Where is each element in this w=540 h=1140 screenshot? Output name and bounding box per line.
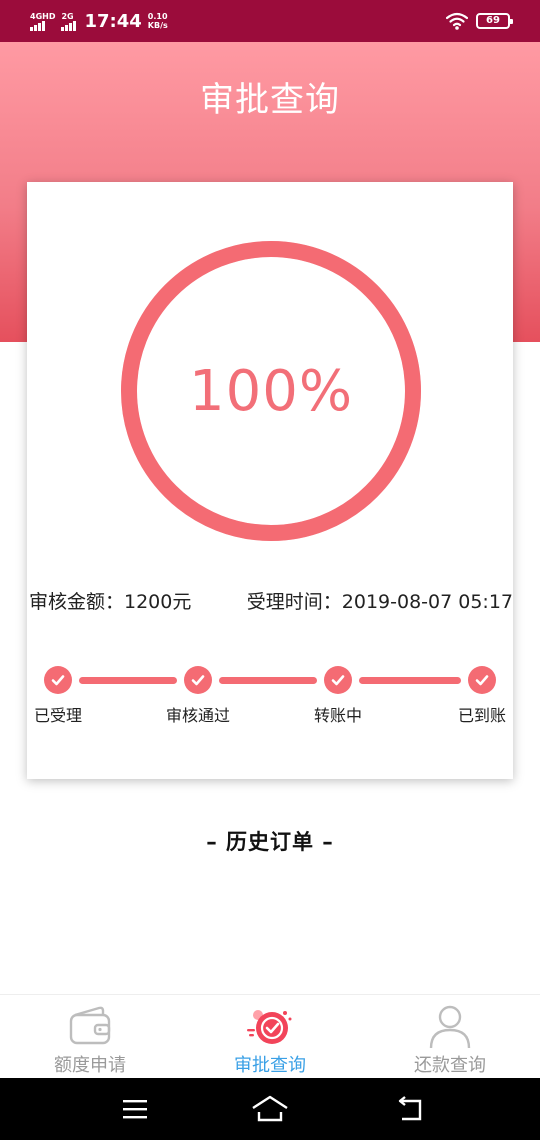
bottom-tab-bar: 额度申请 审批查询 还款查询: [0, 994, 540, 1078]
battery-icon: 69: [476, 13, 513, 29]
network-speed-unit: KB/s: [147, 21, 168, 30]
check-icon: [44, 666, 72, 694]
page-title: 审批查询: [200, 80, 340, 120]
tab-approval-query[interactable]: 审批查询: [180, 995, 360, 1079]
signal-icon: 4GHD: [30, 12, 55, 31]
signal-icon: 2G: [61, 11, 77, 31]
network-type-secondary: 2G: [61, 11, 74, 21]
approval-status-card: 100% 审核金额：1200元 受理时间：2019-08-07 05:17 已受…: [27, 182, 513, 779]
status-left: 4GHD 2G 17:44 0.10 KB/s: [30, 8, 168, 34]
step-label: 转账中: [313, 706, 362, 725]
step-label: 审核通过: [165, 706, 230, 725]
back-icon[interactable]: [390, 1092, 430, 1126]
wallet-icon: [69, 1006, 111, 1045]
tab-quota-apply[interactable]: 额度申请: [0, 995, 180, 1079]
tab-repayment-query[interactable]: 还款查询: [360, 995, 540, 1079]
home-icon[interactable]: [250, 1092, 290, 1126]
step-connector: [359, 677, 461, 684]
wifi-icon: [446, 12, 468, 30]
network-type: 4GHD: [30, 11, 56, 21]
progress-steps: 已受理 审核通过 转账中 已到账: [27, 662, 513, 725]
tab-label: 审批查询: [234, 1055, 306, 1076]
check-icon: [184, 666, 212, 694]
info-row: 审核金额：1200元 受理时间：2019-08-07 05:17: [27, 587, 513, 613]
system-navigation-bar: [0, 1078, 540, 1140]
check-badge-icon: [247, 1010, 292, 1044]
check-icon: [324, 666, 352, 694]
status-right: 69: [446, 9, 513, 33]
review-amount: 审核金额：1200元: [29, 591, 192, 613]
network-speed-value: 0.10: [147, 12, 168, 21]
user-icon: [429, 1005, 471, 1049]
step-connector: [219, 677, 317, 684]
network-speed: 0.10 KB/s: [148, 12, 168, 30]
step-label: 已受理: [33, 706, 82, 725]
menu-icon[interactable]: [115, 1092, 155, 1126]
tab-label: 额度申请: [54, 1055, 126, 1076]
step-connector: [79, 677, 177, 684]
history-orders-heading: – 历史订单 –: [206, 830, 334, 854]
check-icon: [468, 666, 496, 694]
status-bar: 4GHD 2G 17:44 0.10 KB/s 69: [0, 0, 540, 42]
clock: 17:44: [84, 10, 142, 32]
accept-time: 受理时间：2019-08-07 05:17: [246, 591, 513, 613]
step-label: 已到账: [457, 706, 506, 725]
tab-label: 还款查询: [414, 1055, 486, 1076]
progress-percent: 100%: [188, 358, 354, 424]
battery-level: 69: [486, 15, 500, 26]
